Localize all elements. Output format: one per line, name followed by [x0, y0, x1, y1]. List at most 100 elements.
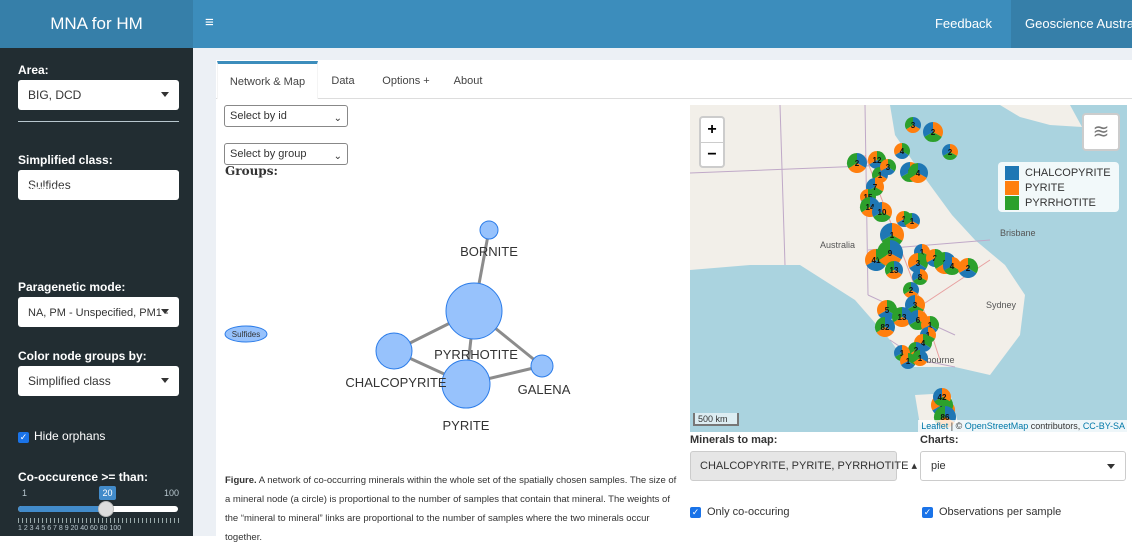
- cluster-pie-marker[interactable]: 82: [875, 317, 895, 337]
- label-sydney: Sydney: [986, 300, 1017, 310]
- paragenetic-mode-select[interactable]: NA, PM - Unspecified, PM1 -: [18, 297, 179, 327]
- cluster-count: 1: [918, 354, 923, 363]
- paragenetic-mode-value: NA, PM - Unspecified, PM1 -: [28, 307, 169, 319]
- observations-checkbox[interactable]: ✓: [922, 507, 933, 518]
- legend-label: CHALCOPYRITE: [1025, 167, 1111, 179]
- feedback-link[interactable]: Feedback: [926, 0, 1001, 48]
- cluster-pie-marker[interactable]: 2: [923, 122, 943, 142]
- zoom-control: + −: [699, 116, 725, 168]
- minerals-to-map-select[interactable]: CHALCOPYRITE, PYRITE, PYRRHOTITE ▴: [690, 451, 917, 481]
- map-attribution: Leaflet | © OpenStreetMap contributors, …: [918, 420, 1127, 432]
- cluster-count: 2: [931, 128, 936, 137]
- leaflet-link[interactable]: Leaflet: [921, 421, 948, 431]
- label-brisbane: Brisbane: [1000, 228, 1036, 238]
- tab-options[interactable]: Options +: [374, 64, 438, 98]
- area-select-value: BIG, DCD: [28, 88, 82, 102]
- map-canvas[interactable]: Australia Brisbane Sydney Melbourne 3212…: [690, 105, 1127, 432]
- cluster-pie-marker[interactable]: 13: [885, 261, 903, 280]
- zoom-in-button[interactable]: +: [701, 118, 723, 143]
- label-bornite: BORNITE: [460, 244, 518, 259]
- legend-item-pyrrhotite: PYRRHOTITE: [1005, 196, 1096, 210]
- legend-label: PYRRHOTITE: [1025, 197, 1096, 209]
- only-cooccurring-label: Only co-occuring: [707, 506, 790, 518]
- hide-orphans-checkbox[interactable]: ✓: [18, 432, 29, 443]
- tab-network-map[interactable]: Network & Map: [217, 61, 318, 99]
- cluster-count: 1: [910, 217, 915, 226]
- tab-data[interactable]: Data: [322, 64, 364, 98]
- geoscience-australia-link[interactable]: Geoscience Australia: [1011, 0, 1132, 48]
- node-pyrite: [441, 359, 491, 409]
- caret-down-icon: [161, 309, 169, 314]
- cluster-count: 2: [966, 264, 971, 273]
- cluster-pie-marker[interactable]: 1: [904, 213, 920, 229]
- node-pyrrhotite: [445, 282, 503, 340]
- zoom-out-button[interactable]: −: [701, 143, 723, 167]
- cluster-count: 3: [911, 121, 916, 130]
- cluster-count: 2: [909, 286, 914, 295]
- cluster-pie-marker[interactable]: 3: [880, 159, 896, 175]
- chevron-down-icon: ⌄: [333, 113, 342, 124]
- slider-min-label: 1: [22, 488, 28, 498]
- cluster-pie-marker[interactable]: 4: [908, 163, 928, 183]
- element-input[interactable]: [122, 171, 179, 198]
- node-bornite: [479, 220, 499, 240]
- slider-tick-labels: 1 2 3 4 5 6 7 8 9 20 40 60 80 100: [18, 525, 122, 532]
- only-cooccurring-checkbox[interactable]: ✓: [690, 507, 701, 518]
- hide-orphans-label: Hide orphans: [34, 429, 106, 443]
- cluster-pie-marker[interactable]: 4: [894, 143, 910, 159]
- ccbysa-link[interactable]: CC-BY-SA: [1083, 421, 1125, 431]
- cluster-count: 82: [881, 323, 890, 332]
- cluster-count: 1: [890, 231, 895, 240]
- png-land: [1000, 105, 1082, 127]
- color-by-label: Color node groups by:: [18, 349, 147, 363]
- cluster-pie-marker[interactable]: 2: [958, 258, 978, 278]
- cluster-pie-marker[interactable]: 8: [912, 269, 928, 285]
- cluster-count: 2: [948, 148, 953, 157]
- cluster-count: 8: [918, 273, 923, 282]
- charts-label: Charts:: [920, 434, 959, 446]
- caret-down-icon: [161, 378, 169, 383]
- select-by-group[interactable]: Select by group ⌄: [224, 143, 348, 165]
- cooccurrence-label: Co-occurence >= than:: [18, 470, 149, 484]
- node-chalcopyrite: [375, 332, 413, 370]
- color-by-select[interactable]: Simplified class: [18, 366, 179, 396]
- australia-land: [690, 105, 1025, 375]
- cluster-count: 13: [898, 313, 907, 322]
- label-pyrrhotite: PYRRHOTITE: [434, 347, 518, 362]
- osm-link[interactable]: OpenStreetMap: [965, 421, 1029, 431]
- leaflet-map[interactable]: Australia Brisbane Sydney Melbourne 3 2 12…: [690, 105, 1127, 432]
- legend-item-pyrite: PYRITE: [1005, 181, 1065, 195]
- cluster-count: 9: [888, 249, 893, 258]
- cluster-pie-marker[interactable]: 42: [933, 388, 951, 406]
- cluster-pie-marker[interactable]: 3: [905, 117, 921, 133]
- chevron-down-icon: ⌄: [333, 151, 342, 162]
- charts-select[interactable]: pie: [920, 451, 1126, 481]
- app-brand[interactable]: MNA for HM: [0, 0, 193, 48]
- cluster-pie-marker[interactable]: 1: [912, 350, 928, 366]
- cooccurrence-slider-handle[interactable]: [98, 501, 114, 517]
- legend-label: PYRITE: [1025, 182, 1065, 194]
- attribution-contrib: contributors,: [1028, 421, 1083, 431]
- menu-toggle-icon[interactable]: ≡: [205, 14, 214, 32]
- label-pyrite: PYRITE: [443, 418, 490, 433]
- layers-icon[interactable]: ≋: [1082, 113, 1120, 151]
- cluster-pie-marker[interactable]: 10: [872, 202, 892, 222]
- sidebar: Area: BIG, DCD Simplified class: Sulfide…: [0, 48, 193, 536]
- cluster-pie-marker[interactable]: 2: [942, 144, 958, 161]
- cluster-pie-marker[interactable]: 2: [847, 153, 867, 173]
- caption-text: A network of co-occurring minerals withi…: [225, 475, 677, 543]
- cluster-count: 4: [900, 147, 905, 156]
- observations-label: Observations per sample: [939, 506, 1062, 518]
- tab-about[interactable]: About: [448, 64, 488, 98]
- cluster-count: 5: [885, 306, 890, 315]
- cooccurrence-slider-fill: [18, 506, 106, 512]
- area-select[interactable]: BIG, DCD: [18, 80, 179, 110]
- cluster-count: 2: [855, 159, 860, 168]
- minerals-to-map-label: Minerals to map:: [690, 434, 778, 446]
- element-label: Element:: [22, 182, 70, 196]
- color-by-value: Simplified class: [28, 374, 111, 388]
- network-graph[interactable]: Sulfides BORNITE PYRRHOTITE CHALCOPYRITE…: [216, 180, 686, 470]
- paragenetic-mode-label: Paragenetic mode:: [18, 280, 126, 294]
- select-by-id[interactable]: Select by id ⌄: [224, 105, 348, 127]
- cluster-count: 12: [873, 156, 882, 165]
